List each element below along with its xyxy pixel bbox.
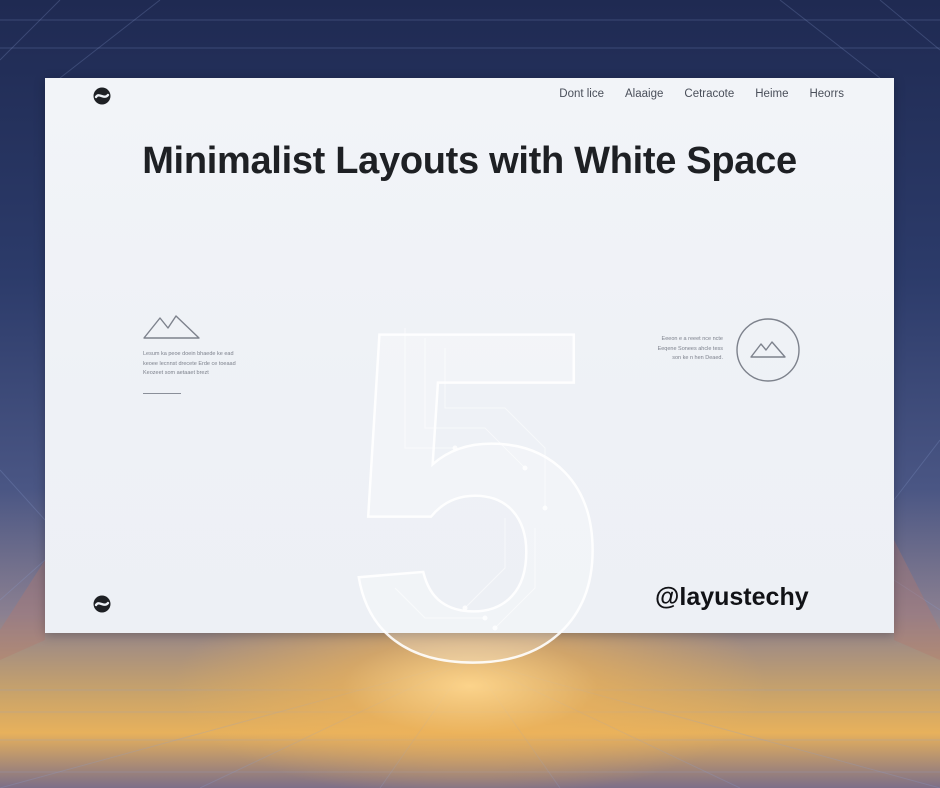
right-feature-text: Eeeon e a reeet nce ncte Eeqene Sonees a… [613, 335, 723, 364]
nav-item-5[interactable]: Heorrs [809, 88, 844, 100]
brand-logo-icon[interactable] [92, 86, 112, 106]
right-text-line: Eeeon e a reeet nce ncte [661, 336, 723, 342]
mountain-circle-icon [736, 318, 800, 382]
nav-item-1[interactable]: Dont lice [559, 88, 604, 100]
nav-item-2[interactable]: Alaaige [625, 88, 663, 100]
big-numeral: 5 [344, 268, 605, 678]
page-title: Minimalist Layouts with White Space [142, 140, 797, 182]
left-text-line: keoee lecnnst drecete Erde ce toeaad [143, 360, 236, 367]
left-text-line: Lesum ka peoe doein bhaede ke ead [143, 351, 234, 357]
left-text-line: Keozeet som aetaaet brezt [143, 370, 209, 376]
social-handle: @layustechy [655, 583, 809, 611]
top-navigation: Dont lice Alaaige Cetracote Heime Heorrs [559, 88, 844, 100]
left-divider [143, 393, 181, 394]
right-text-line: son ke n hen Deaed. [672, 355, 723, 361]
mockup-panel: 5 Dont lice Alaaige Cetracote Heime Heor… [45, 78, 894, 678]
right-text-line: Eeqene Sonees ahcle tess [657, 345, 723, 352]
nav-item-4[interactable]: Heime [755, 88, 788, 100]
nav-item-3[interactable]: Cetracote [684, 88, 734, 100]
mountain-icon [143, 315, 200, 339]
numeral-five-graphic: 5 [343, 268, 607, 678]
brand-logo-footer-icon [93, 595, 111, 613]
left-feature-text: Lesum ka peoe doein bhaede ke ead keoee … [143, 350, 273, 379]
